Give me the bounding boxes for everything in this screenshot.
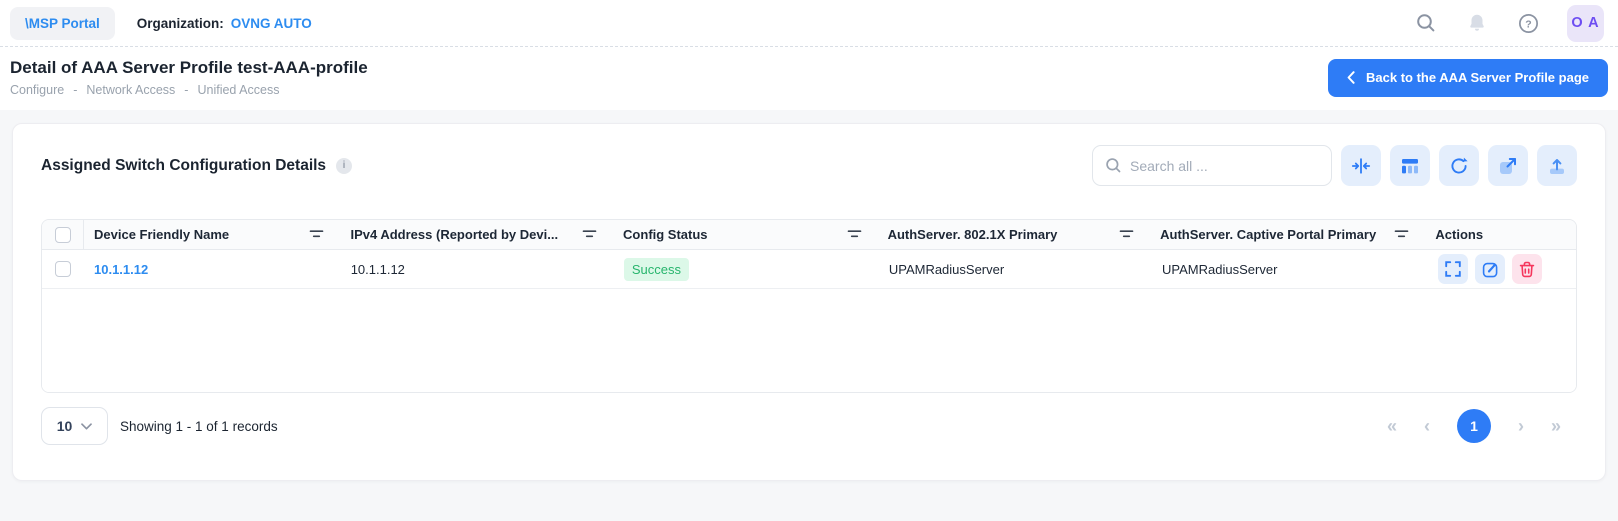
next-page-icon[interactable]: › (1518, 417, 1524, 435)
manage-columns-button[interactable] (1390, 145, 1430, 186)
table-header-row: Device Friendly Name IPv4 Address (Repor… (42, 220, 1576, 250)
help-icon[interactable]: ? (1516, 11, 1540, 35)
breadcrumb-item-network-access[interactable]: Network Access (86, 83, 175, 97)
filter-icon[interactable] (1394, 229, 1409, 240)
open-in-new-button[interactable] (1488, 145, 1528, 186)
cell-actions (1428, 250, 1576, 288)
select-all-checkbox[interactable] (55, 227, 71, 243)
table-toolbar (1092, 145, 1577, 186)
content-area: Assigned Switch Configuration Details i (0, 110, 1618, 481)
topbar: \MSP Portal Organization: OVNG AUTO ? O A (0, 0, 1618, 46)
delete-icon (1519, 261, 1535, 278)
refresh-icon (1449, 156, 1469, 176)
column-header-config-status: Config Status (613, 220, 878, 249)
svg-text:?: ? (1525, 18, 1531, 30)
panel-header: Assigned Switch Configuration Details i (41, 145, 1577, 186)
records-summary: Showing 1 - 1 of 1 records (120, 419, 278, 434)
organization-value[interactable]: OVNG AUTO (231, 16, 312, 31)
collapse-columns-icon (1351, 156, 1371, 176)
column-header-ipv4-address: IPv4 Address (Reported by Devi... (340, 220, 613, 249)
page-title: Detail of AAA Server Profile test-AAA-pr… (10, 58, 368, 78)
export-icon (1547, 156, 1567, 176)
refresh-button[interactable] (1439, 145, 1479, 186)
column-header-authserver-8021x-primary: AuthServer. 802.1X Primary (878, 220, 1151, 249)
collapse-columns-button[interactable] (1341, 145, 1381, 186)
avatar[interactable]: O A (1567, 5, 1604, 42)
pagination-controls: « ‹ 1 › » (1387, 409, 1561, 443)
breadcrumb: Configure - Network Access - Unified Acc… (10, 83, 368, 97)
status-badge: Success (624, 258, 689, 281)
info-icon[interactable]: i (336, 158, 352, 174)
back-button-label: Back to the AAA Server Profile page (1366, 70, 1589, 85)
previous-page-icon[interactable]: ‹ (1424, 417, 1430, 435)
organization: Organization: OVNG AUTO (137, 16, 312, 31)
filter-icon[interactable] (847, 229, 862, 240)
table-empty-area (42, 289, 1576, 392)
chevron-down-icon (81, 423, 92, 430)
breadcrumb-item-configure[interactable]: Configure (10, 83, 64, 97)
last-page-icon[interactable]: » (1551, 417, 1561, 435)
header-checkbox-cell (42, 220, 84, 249)
device-link[interactable]: 10.1.1.12 (94, 262, 148, 277)
switch-config-table: Device Friendly Name IPv4 Address (Repor… (41, 219, 1577, 393)
search-box (1092, 145, 1332, 186)
current-page-button[interactable]: 1 (1457, 409, 1491, 443)
panel-title-wrap: Assigned Switch Configuration Details i (41, 157, 352, 175)
msp-portal-brand[interactable]: \MSP Portal (10, 7, 115, 40)
pagination-bar: 10 Showing 1 - 1 of 1 records « ‹ 1 › » (41, 407, 1577, 445)
breadcrumb-item-unified-access[interactable]: Unified Access (197, 83, 279, 97)
back-button[interactable]: Back to the AAA Server Profile page (1328, 59, 1608, 97)
assigned-switch-card: Assigned Switch Configuration Details i (12, 123, 1606, 481)
edit-icon (1482, 261, 1499, 278)
expand-icon (1445, 261, 1461, 277)
topbar-right: ? O A (1414, 5, 1604, 42)
topbar-left: \MSP Portal Organization: OVNG AUTO (10, 7, 312, 40)
page-size-select[interactable]: 10 (41, 407, 108, 445)
page-header: Detail of AAA Server Profile test-AAA-pr… (0, 46, 1618, 110)
search-icon (1105, 157, 1122, 174)
cell-authserver-8021x-primary: UPAMRadiusServer (879, 250, 1152, 288)
column-header-actions: Actions (1425, 220, 1576, 249)
first-page-icon[interactable]: « (1387, 417, 1397, 435)
filter-icon[interactable] (309, 229, 324, 240)
row-checkbox[interactable] (55, 261, 71, 277)
manage-columns-icon (1400, 156, 1420, 176)
column-header-authserver-captive-portal-primary: AuthServer. Captive Portal Primary (1150, 220, 1425, 249)
pagination-left: 10 Showing 1 - 1 of 1 records (41, 407, 278, 445)
cell-authserver-captive-portal-primary: UPAMRadiusServer (1152, 250, 1428, 288)
cell-config-status: Success (614, 250, 879, 288)
search-icon[interactable] (1414, 11, 1438, 35)
cell-device-friendly-name: 10.1.1.12 (84, 250, 341, 288)
page-header-text: Detail of AAA Server Profile test-AAA-pr… (10, 58, 368, 97)
app-screen: \MSP Portal Organization: OVNG AUTO ? O A… (0, 0, 1618, 521)
filter-icon[interactable] (1119, 229, 1134, 240)
open-in-new-icon (1498, 156, 1518, 176)
breadcrumb-separator: - (73, 83, 77, 97)
column-header-device-friendly-name: Device Friendly Name (84, 220, 340, 249)
delete-button[interactable] (1512, 254, 1542, 284)
page-size-value: 10 (57, 418, 73, 434)
notifications-bell-icon[interactable] (1465, 11, 1489, 35)
search-input[interactable] (1130, 158, 1319, 174)
row-checkbox-cell (42, 250, 84, 288)
edit-button[interactable] (1475, 254, 1505, 284)
chevron-left-icon (1347, 71, 1355, 84)
export-button[interactable] (1537, 145, 1577, 186)
breadcrumb-separator: - (184, 83, 188, 97)
cell-ipv4-address: 10.1.1.12 (341, 250, 614, 288)
organization-label: Organization: (137, 16, 224, 31)
panel-title: Assigned Switch Configuration Details (41, 157, 326, 175)
table-row: 10.1.1.12 10.1.1.12 Success UPAMRadiusSe… (42, 250, 1576, 289)
expand-button[interactable] (1438, 254, 1468, 284)
filter-icon[interactable] (582, 229, 597, 240)
